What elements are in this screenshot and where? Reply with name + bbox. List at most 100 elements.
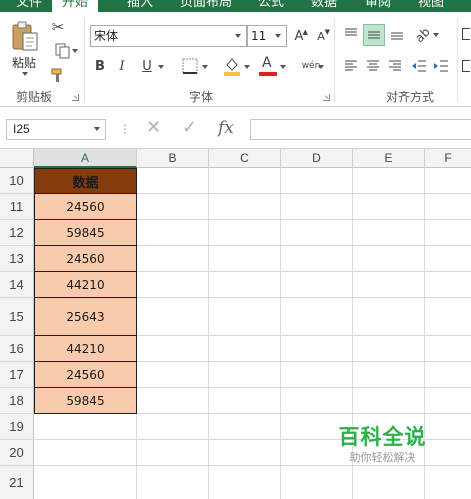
- chevron-down-icon: [94, 127, 100, 131]
- formula-input[interactable]: [250, 119, 471, 140]
- table-cell[interactable]: 59845: [34, 220, 137, 246]
- font-size-combo[interactable]: 11: [247, 25, 287, 47]
- paste-dropdown-icon[interactable]: [22, 72, 28, 76]
- ribbon: 粘贴 ✂ 剪贴板 宋体 11 A ▲ A ▼ B I U A wén 字体 ab…: [0, 12, 471, 107]
- increase-indent-icon: [434, 60, 448, 72]
- column-header-b[interactable]: B: [137, 149, 209, 168]
- font-color-letter: A: [262, 55, 272, 71]
- tab-view[interactable]: 视图: [418, 0, 444, 12]
- underline-button[interactable]: U: [136, 56, 166, 76]
- group-divider: [334, 18, 335, 102]
- font-name-combo[interactable]: 宋体: [90, 25, 247, 47]
- watermark-subtitle: 助你轻松解决: [349, 451, 416, 464]
- row-header[interactable]: 14: [0, 272, 34, 298]
- decrease-indent-button[interactable]: [409, 56, 429, 76]
- borders-button[interactable]: [178, 56, 210, 76]
- row-header[interactable]: 21: [0, 466, 34, 499]
- align-middle-icon: [368, 31, 380, 39]
- column-header-a[interactable]: A: [34, 149, 137, 168]
- format-painter-button[interactable]: [48, 65, 68, 85]
- table-cell[interactable]: 24560: [34, 246, 137, 272]
- column-header-c[interactable]: C: [209, 149, 281, 168]
- fill-color-button[interactable]: [220, 54, 252, 78]
- paste-button[interactable]: [8, 20, 42, 52]
- down-caret-icon: ▼: [324, 28, 330, 36]
- chevron-down-icon: [433, 33, 439, 37]
- ribbon-tab-bar: 文件 开始 插入 页面布局 公式 数据 审阅 视图: [0, 0, 471, 12]
- column-header-e[interactable]: E: [353, 149, 425, 168]
- tab-page-layout[interactable]: 页面布局: [180, 0, 232, 12]
- font-name-value: 宋体: [94, 29, 119, 43]
- font-launcher-icon[interactable]: [323, 94, 330, 101]
- row-header[interactable]: 18: [0, 388, 34, 414]
- table-cell[interactable]: 59845: [34, 388, 137, 414]
- cancel-icon[interactable]: ✕: [146, 118, 161, 138]
- underline-icon: U: [142, 58, 152, 74]
- font-color-icon: A: [259, 56, 277, 76]
- borders-icon: [182, 58, 198, 74]
- row-header[interactable]: 13: [0, 246, 34, 272]
- clipboard-launcher-icon[interactable]: [72, 94, 79, 101]
- enter-icon[interactable]: ✓: [182, 118, 197, 138]
- tab-insert[interactable]: 插入: [127, 0, 153, 12]
- shrink-font-button[interactable]: A ▼: [312, 26, 330, 46]
- chevron-down-icon: [280, 65, 286, 69]
- phonetic-guide-button[interactable]: wén: [296, 54, 326, 78]
- row-header[interactable]: 16: [0, 336, 34, 362]
- row-header[interactable]: 15: [0, 298, 34, 336]
- table-cell[interactable]: 44210: [34, 336, 137, 362]
- orientation-button[interactable]: ab: [411, 24, 441, 46]
- column-header-d[interactable]: D: [281, 149, 353, 168]
- increase-indent-button[interactable]: [431, 56, 451, 76]
- align-top-button[interactable]: [341, 24, 361, 44]
- bold-button[interactable]: B: [92, 56, 108, 76]
- cut-button[interactable]: ✂: [48, 17, 68, 37]
- wrap-text-icon: [462, 28, 470, 40]
- table-header-cell[interactable]: 数据: [34, 168, 137, 194]
- row-header[interactable]: 11: [0, 194, 34, 220]
- formula-bar-grip-icon[interactable]: ⋮: [119, 121, 131, 137]
- bold-icon: B: [95, 58, 105, 74]
- tab-home[interactable]: 开始: [52, 0, 99, 12]
- table-cell[interactable]: 24560: [34, 194, 137, 220]
- formula-bar: I25 ⋮ ✕ ✓ fx: [0, 107, 471, 149]
- row-header[interactable]: 12: [0, 220, 34, 246]
- select-all-corner[interactable]: [0, 149, 34, 168]
- row-header[interactable]: 17: [0, 362, 34, 388]
- tab-file[interactable]: 文件: [16, 0, 42, 12]
- tab-formulas[interactable]: 公式: [258, 0, 284, 12]
- wrap-text-button[interactable]: [461, 24, 471, 44]
- align-middle-button[interactable]: [363, 24, 385, 46]
- align-right-button[interactable]: [385, 56, 405, 76]
- align-left-button[interactable]: [341, 56, 361, 76]
- row-header[interactable]: 20: [0, 440, 34, 466]
- copy-icon: [55, 43, 70, 59]
- alignment-group-label: 对齐方式: [386, 90, 435, 104]
- scissors-icon: ✂: [51, 17, 65, 36]
- align-center-button[interactable]: [363, 56, 383, 76]
- chevron-down-icon: [244, 65, 250, 69]
- row-header[interactable]: 10: [0, 168, 34, 194]
- copy-button[interactable]: [48, 41, 78, 61]
- column-header-f[interactable]: F: [425, 149, 471, 168]
- italic-button[interactable]: I: [114, 56, 130, 76]
- align-center-icon: [367, 60, 379, 71]
- watermark-logo: 百科全说 助你轻松解决: [330, 424, 435, 474]
- merge-center-button[interactable]: [461, 56, 471, 76]
- decrease-indent-icon: [412, 60, 426, 72]
- table-cell[interactable]: 25643: [34, 298, 137, 336]
- chevron-down-icon: [275, 34, 281, 38]
- up-caret-icon: ▲: [302, 28, 308, 36]
- table-cell[interactable]: 24560: [34, 362, 137, 388]
- name-box[interactable]: I25: [6, 119, 106, 140]
- tab-review[interactable]: 审阅: [365, 0, 391, 12]
- font-color-button[interactable]: A: [256, 54, 288, 78]
- row-header[interactable]: 19: [0, 414, 34, 440]
- grow-font-button[interactable]: A ▲: [290, 26, 308, 46]
- align-left-icon: [345, 60, 357, 71]
- align-bottom-button[interactable]: [387, 24, 407, 44]
- table-cell[interactable]: 44210: [34, 272, 137, 298]
- tab-data[interactable]: 数据: [311, 0, 337, 12]
- insert-function-button[interactable]: fx: [218, 117, 234, 139]
- group-divider: [84, 18, 85, 102]
